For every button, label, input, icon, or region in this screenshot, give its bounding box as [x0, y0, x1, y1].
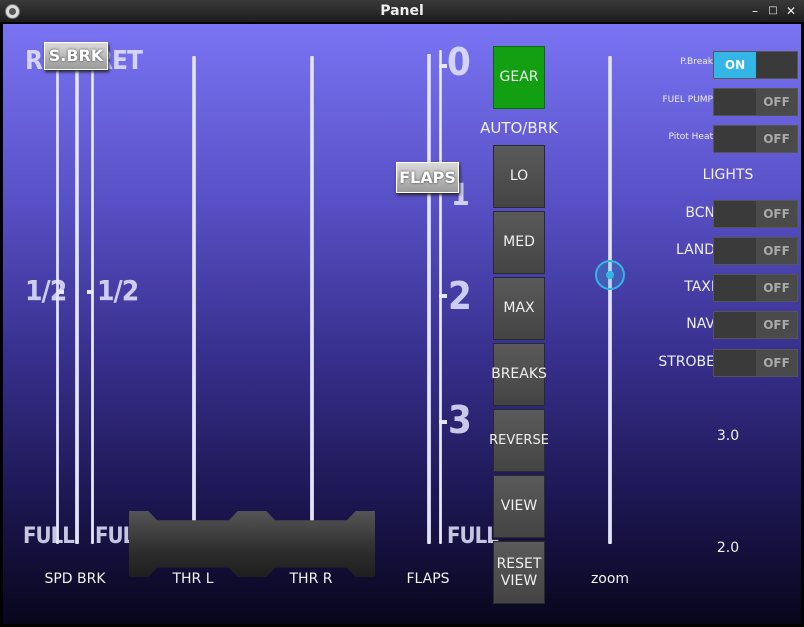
throttle-right-track[interactable]	[310, 56, 314, 524]
autobrake-med-button[interactable]: MED	[493, 211, 545, 274]
bcn-off: OFF	[763, 207, 790, 221]
speedbrake-track	[75, 52, 79, 544]
speedbrake-full-left: FULL	[23, 524, 75, 549]
close-icon[interactable]: ✕	[784, 4, 798, 18]
land-switch[interactable]: OFF	[713, 237, 798, 265]
zoom-value-top: 3.0	[716, 428, 740, 444]
land-off: OFF	[763, 244, 790, 258]
strobe-switch[interactable]: OFF	[713, 349, 798, 377]
flaps-tick-0	[439, 64, 447, 68]
window-title: Panel	[380, 3, 424, 19]
zoom-track[interactable]	[608, 56, 612, 544]
strobe-off: OFF	[763, 356, 790, 370]
fuel-pump-label: FUEL PUMP	[662, 95, 713, 105]
pitot-heat-off: OFF	[763, 132, 790, 146]
autobrake-max-button[interactable]: MAX	[493, 277, 545, 340]
view-button[interactable]: VIEW	[493, 475, 545, 538]
control-panel: RET RET 1/2 1/2 FULL FULL S.BRK SPD BRK …	[3, 24, 801, 624]
taxi-thumb	[714, 275, 756, 301]
breaks-button[interactable]: BREAKS	[491, 343, 547, 406]
reset-view-button[interactable]: RESET VIEW	[493, 541, 545, 604]
bcn-thumb	[714, 201, 756, 227]
speedbrake-half-right: 1/2	[97, 274, 139, 307]
zoom-value-bottom: 2.0	[716, 540, 740, 556]
taxi-switch[interactable]: OFF	[713, 274, 798, 302]
throttle-right-label: THR R	[289, 571, 333, 587]
flaps-mark-3: 3	[448, 398, 472, 442]
pitot-heat-thumb	[714, 126, 756, 152]
flaps-tick-2	[439, 294, 447, 298]
fuel-pump-thumb	[714, 89, 756, 115]
bcn-switch[interactable]: OFF	[713, 200, 798, 228]
fuel-pump-switch[interactable]: OFF	[713, 88, 798, 116]
reverse-button[interactable]: REVERSE	[489, 409, 549, 472]
pitot-heat-label: Pitot Heat	[668, 132, 713, 142]
land-thumb	[714, 238, 756, 264]
gear-button[interactable]: GEAR	[493, 46, 545, 109]
autobrake-lo-button[interactable]: LO	[493, 145, 545, 208]
autobrake-label: AUTO/BRK	[480, 119, 558, 137]
pbreak-off-area	[756, 52, 797, 78]
zoom-label: zoom	[590, 571, 630, 587]
throttle-left-track[interactable]	[192, 56, 196, 524]
speedbrake-tick-right	[87, 290, 92, 294]
speedbrake-label: SPD BRK	[44, 571, 106, 587]
strobe-label: STROBE	[658, 354, 715, 370]
speedbrake-tick-left	[59, 290, 64, 294]
nav-switch[interactable]: OFF	[713, 311, 798, 339]
land-label: LAND	[676, 242, 715, 258]
flaps-knob[interactable]: FLAPS	[396, 162, 459, 193]
pbreak-label: P.Break	[680, 57, 713, 67]
pbreak-switch[interactable]: ON	[713, 51, 798, 79]
flaps-mark-0: 0	[447, 40, 471, 84]
taxi-label: TAXI	[684, 279, 715, 295]
bcn-label: BCN	[685, 205, 715, 221]
taxi-off: OFF	[763, 281, 790, 295]
zoom-thumb-dot	[606, 271, 614, 279]
throttle-right-handle[interactable]	[247, 511, 375, 577]
pitot-heat-switch[interactable]: OFF	[713, 125, 798, 153]
flaps-track	[427, 54, 431, 544]
flaps-mark-2: 2	[448, 274, 472, 318]
throttle-left-label: THR L	[172, 571, 214, 587]
speedbrake-knob[interactable]: S.BRK	[44, 42, 108, 70]
strobe-thumb	[714, 350, 756, 376]
maximize-icon[interactable]: □	[766, 4, 780, 18]
nav-off: OFF	[763, 318, 790, 332]
title-bar: Panel – □ ✕	[0, 0, 804, 23]
flaps-full: FULL	[447, 524, 499, 549]
speedbrake-rail-right	[91, 52, 94, 544]
zoom-thumb[interactable]	[595, 260, 625, 290]
nav-label: NAV	[686, 316, 715, 332]
fuel-pump-off: OFF	[763, 95, 790, 109]
throttle-left-handle[interactable]	[129, 511, 257, 577]
nav-thumb	[714, 312, 756, 338]
minimize-icon[interactable]: –	[748, 4, 762, 18]
flaps-tick-3	[439, 420, 447, 424]
lights-header: LIGHTS	[702, 167, 754, 183]
pbreak-on: ON	[714, 52, 756, 78]
flaps-label: FLAPS	[406, 571, 450, 587]
